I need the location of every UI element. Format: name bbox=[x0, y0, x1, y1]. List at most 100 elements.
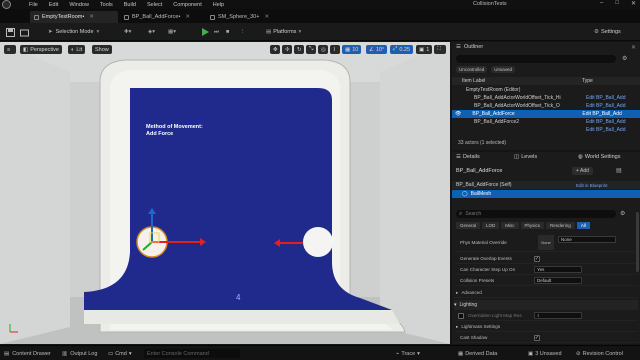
row-type[interactable]: Edit BP_Ball_Add bbox=[586, 127, 638, 133]
advanced-expander[interactable]: ▸ Advanced bbox=[454, 288, 638, 298]
outliner-row[interactable]: BP_Ball_AddActorWorldOffset_Tick_O Edit … bbox=[452, 102, 640, 110]
filter-rendering[interactable]: Rendering bbox=[546, 222, 575, 229]
filter-physics[interactable]: Physics bbox=[520, 222, 545, 229]
outliner-row[interactable]: EmptyTestRoom (Editor) bbox=[452, 86, 640, 94]
camera-speed-button[interactable]: ▣ 1 bbox=[416, 45, 433, 54]
cmd-dropdown[interactable]: ▭ Cmd ▾ bbox=[108, 349, 132, 358]
lightmap-res-field[interactable]: 4 bbox=[534, 312, 582, 319]
sequencer-icon[interactable]: ▦▾ bbox=[168, 27, 176, 37]
menu-select[interactable]: Select bbox=[147, 2, 162, 8]
revision-control-button[interactable]: ⊘ Revision Control bbox=[576, 349, 623, 358]
selection-mode-dropdown[interactable]: ➤ Selection Mode ▾ bbox=[48, 27, 99, 37]
add-component-button[interactable]: + Add bbox=[572, 167, 593, 175]
viewport-menu-icon[interactable]: ≡ bbox=[4, 45, 16, 54]
surface-snap-icon[interactable]: ⌇ bbox=[330, 45, 340, 54]
outliner-tab[interactable]: ☰ Outliner bbox=[456, 44, 483, 50]
add-actor-icon[interactable]: ✚▾ bbox=[124, 27, 131, 37]
outliner-row-selected[interactable]: 👁 BP_Ball_AddForce Edit BP_Ball_Add bbox=[452, 110, 640, 118]
tab-details[interactable]: ☰ Details bbox=[456, 154, 480, 160]
rotate-icon[interactable]: ↻ bbox=[294, 45, 304, 54]
outliner-search-input[interactable] bbox=[456, 55, 616, 63]
edit-in-blueprint-link[interactable]: Edit in Blueprint bbox=[576, 183, 608, 188]
settings-button[interactable]: ⚙ Settings bbox=[594, 27, 621, 37]
details-scrollbar[interactable] bbox=[636, 212, 639, 272]
close-icon[interactable]: ✕ bbox=[89, 14, 94, 20]
overridden-lightmap-checkbox[interactable] bbox=[458, 313, 464, 319]
col-item-label[interactable]: Item Label bbox=[462, 78, 582, 84]
tab-levels[interactable]: ◫ Levels bbox=[514, 154, 537, 160]
tab-world-settings[interactable]: ◍ World Settings bbox=[578, 154, 620, 160]
outliner-row[interactable]: BP_Ball_AddForce2 Edit BP_Ball_Add bbox=[452, 118, 640, 126]
console-input[interactable]: Enter Console Command bbox=[144, 349, 240, 358]
save-icon[interactable] bbox=[6, 27, 15, 37]
menu-tools[interactable]: Tools bbox=[100, 2, 113, 8]
menu-build[interactable]: Build bbox=[124, 2, 136, 8]
tab-bp-ball-addforce[interactable]: BP_Ball_AddForce• ✕ bbox=[120, 11, 202, 23]
close-icon[interactable]: ✕ bbox=[631, 0, 636, 7]
outliner-row[interactable]: Edit BP_Ball_Add bbox=[452, 126, 640, 134]
phys-material-dropdown[interactable]: None bbox=[558, 236, 616, 243]
menu-file[interactable]: File bbox=[29, 2, 38, 8]
play-options-icon[interactable]: ⋮ bbox=[240, 27, 246, 37]
gear-icon[interactable]: ⚙ bbox=[622, 55, 627, 62]
derived-data-button[interactable]: ▦ Derived Data bbox=[458, 349, 497, 358]
filter-misc[interactable]: Misc bbox=[501, 222, 519, 229]
menu-help[interactable]: Help bbox=[213, 2, 224, 8]
minimize-icon[interactable]: – bbox=[600, 0, 603, 7]
filter-unsaved[interactable]: Unsaved bbox=[491, 66, 516, 73]
play-button[interactable] bbox=[202, 27, 209, 37]
trace-dropdown[interactable]: ⌁ Trace ▾ bbox=[396, 349, 420, 358]
stop-icon[interactable]: ■ bbox=[226, 27, 229, 37]
level-viewport[interactable]: Method of Movement: Add Force 4 bbox=[0, 42, 450, 344]
can-step-up-dropdown[interactable]: Yes bbox=[534, 266, 582, 273]
section-lighting[interactable]: ▾ Lighting bbox=[454, 300, 638, 310]
row-type[interactable]: Edit BP_Ball_Add bbox=[582, 111, 634, 117]
gear-icon[interactable]: ⚙ bbox=[620, 210, 625, 217]
filter-general[interactable]: General bbox=[456, 222, 481, 229]
lightmass-expander[interactable]: ▸ Lightmass Settings bbox=[454, 322, 638, 332]
material-thumbnail[interactable]: None bbox=[538, 235, 554, 250]
translate-icon[interactable]: ✢ bbox=[282, 45, 292, 54]
lit-button[interactable]: ◐ Lit bbox=[68, 45, 86, 54]
self-component-row[interactable]: BP_Ball_AddForce (Self) Edit in Blueprin… bbox=[452, 181, 640, 189]
close-icon[interactable]: ✕ bbox=[264, 14, 269, 20]
blueprints-icon[interactable]: ◈▾ bbox=[148, 27, 155, 37]
close-icon[interactable]: ✕ bbox=[631, 44, 636, 51]
content-drawer-button[interactable]: ▤ Content Drawer bbox=[4, 349, 51, 358]
maximize-viewport-icon[interactable]: ⛶ bbox=[434, 45, 446, 54]
world-space-icon[interactable]: ◎ bbox=[318, 45, 328, 54]
row-type[interactable]: Edit BP_Ball_Add bbox=[586, 95, 638, 101]
unsaved-button[interactable]: ▣ 3 Unsaved bbox=[528, 349, 562, 358]
menu-component[interactable]: Component bbox=[173, 2, 201, 8]
grid-snap-button[interactable]: ▦ 10 bbox=[342, 45, 362, 54]
cast-shadow-checkbox[interactable]: ✓ bbox=[534, 335, 540, 341]
row-type[interactable]: Edit BP_Ball_Add bbox=[586, 103, 638, 109]
rotation-snap-button[interactable]: ∠ 10° bbox=[366, 45, 388, 54]
tab-sm-sphere[interactable]: SM_Sphere_30+ ✕ bbox=[206, 11, 278, 23]
platforms-dropdown[interactable]: ▤ Platforms ▾ bbox=[266, 27, 301, 37]
component-row-selected[interactable]: ◯ BallMesh bbox=[452, 190, 640, 198]
blueprint-icon[interactable]: ▤ bbox=[616, 167, 622, 174]
menu-window[interactable]: Window bbox=[69, 2, 89, 8]
scale-icon[interactable]: ⤡ bbox=[306, 45, 316, 54]
collision-presets-dropdown[interactable]: Default bbox=[534, 277, 582, 284]
menu-edit[interactable]: Edit bbox=[49, 2, 58, 8]
filter-all[interactable]: All bbox=[576, 222, 590, 229]
details-search-input[interactable]: ⌕ Search bbox=[456, 210, 616, 218]
content-icon[interactable] bbox=[20, 27, 29, 37]
maximize-icon[interactable]: □ bbox=[615, 0, 619, 7]
perspective-button[interactable]: ◧ Perspective bbox=[20, 45, 62, 54]
col-type[interactable]: Type bbox=[582, 78, 593, 84]
outliner-row[interactable]: BP_Ball_AddActorWorldOffset_Tick_Hi Edit… bbox=[452, 94, 640, 102]
eye-icon[interactable]: 👁 bbox=[455, 111, 461, 117]
row-type[interactable]: Edit BP_Ball_Add bbox=[586, 119, 638, 125]
simulate-icon[interactable]: ⏭ bbox=[214, 27, 219, 37]
output-log-button[interactable]: ▥ Output Log bbox=[62, 349, 97, 358]
select-mode-icon[interactable]: ✥ bbox=[270, 45, 280, 54]
scale-snap-button[interactable]: ⤢ 0.25 bbox=[390, 45, 414, 54]
filter-lod[interactable]: LOD bbox=[482, 222, 500, 229]
generate-overlap-checkbox[interactable]: ✓ bbox=[534, 256, 540, 262]
filter-uncontrolled[interactable]: Uncontrolled bbox=[456, 66, 488, 73]
close-icon[interactable]: ✕ bbox=[185, 14, 190, 20]
tab-empty-test-room[interactable]: EmptyTestRoom• ✕ bbox=[30, 11, 118, 23]
